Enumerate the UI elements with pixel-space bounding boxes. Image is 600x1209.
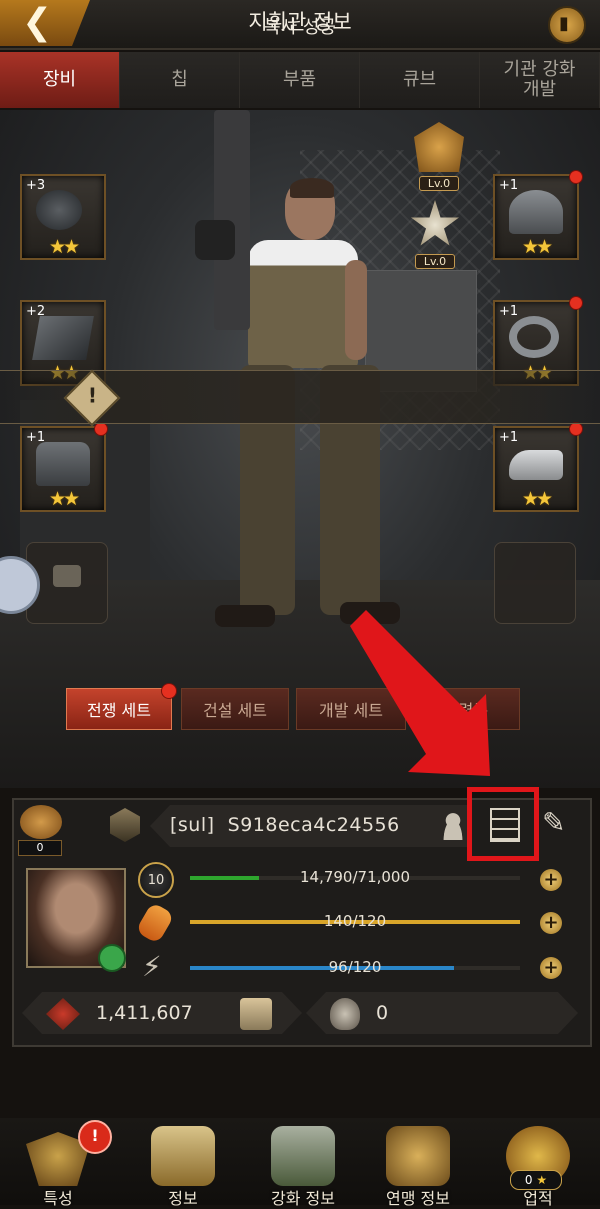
power-detail-icon[interactable] — [240, 998, 272, 1030]
slot-level: +1 — [499, 304, 519, 319]
equip-slot-sneakers[interactable]: +1 ★★ — [493, 422, 583, 512]
energy-icon: ⚡ — [142, 950, 162, 983]
set-button-label: 전쟁 세트 — [87, 701, 151, 720]
slot-stars: ★★ — [521, 236, 553, 258]
lock-icon — [53, 565, 81, 587]
character-vest — [248, 240, 358, 368]
refresh-icon[interactable] — [98, 944, 126, 972]
notify-dot — [569, 422, 583, 436]
slot-stars: ★★ — [48, 488, 80, 510]
notify-dot — [569, 296, 583, 310]
notify-dot — [94, 422, 108, 436]
set-button-label: 건설 세트 — [203, 701, 267, 720]
hammer-icon — [271, 1126, 335, 1186]
armor-badge[interactable]: Lv.0 — [409, 122, 469, 191]
toast-message: 복사 성공 — [264, 17, 336, 38]
star-badge-icon — [411, 200, 459, 246]
profile-icon[interactable] — [440, 812, 466, 840]
armor-plate-icon — [32, 316, 94, 360]
level-icon: 10 — [138, 862, 174, 898]
badge-level: Lv.0 — [414, 254, 456, 269]
equip-slot-cap[interactable]: +1 ★★ — [493, 170, 583, 260]
annotation-highlight-box — [467, 787, 539, 861]
alliance-tag: [sul] — [170, 814, 215, 836]
nav-achievements[interactable]: 0 ★ 업적 — [488, 1118, 588, 1208]
exp-label: 14,790/71,000 — [299, 868, 411, 886]
stamina-label: 140/120 — [323, 912, 387, 930]
power-value: 1,411,607 — [96, 1002, 193, 1024]
tab-parts[interactable]: 부품 — [240, 52, 360, 108]
nav-label: 업적 — [523, 1189, 553, 1208]
nav-enhance[interactable]: 강화 정보 — [253, 1118, 353, 1208]
nav-label: 특성 — [43, 1189, 73, 1208]
slot-level: +1 — [499, 430, 519, 445]
tab-cube[interactable]: 큐브 — [360, 52, 480, 108]
like-icon[interactable] — [20, 805, 62, 839]
slot-stars: ★★ — [521, 488, 553, 510]
set-button-war[interactable]: 전쟁 세트 — [66, 683, 177, 730]
like-count: 0 — [18, 840, 62, 856]
notify-dot — [569, 170, 583, 184]
nav-label: 연맹 정보 — [386, 1189, 450, 1208]
tab-organ-enhance[interactable]: 기관 강화 개발 — [480, 52, 600, 108]
crossed-swords-icon — [386, 1126, 450, 1186]
nav-label: 정보 — [168, 1189, 198, 1208]
jacket-icon — [36, 442, 90, 486]
tab-bar: 장비 칩 부품 큐브 기관 강화 개발 — [0, 52, 600, 108]
annotation-arrow — [350, 610, 490, 776]
cap-icon — [509, 190, 563, 234]
nav-alliance[interactable]: 연맹 정보 — [368, 1118, 468, 1208]
armor-badge-icon — [414, 122, 464, 172]
player-id: S918eca4c24556 — [227, 814, 400, 836]
equip-slot-jacket[interactable]: +1 ★★ — [20, 422, 108, 512]
add-energy-button[interactable]: + — [540, 957, 562, 979]
notify-dot — [161, 683, 177, 699]
nav-info[interactable]: 정보 — [133, 1118, 233, 1208]
edit-icon[interactable]: ✎ — [542, 808, 572, 838]
sneakers-icon — [509, 450, 563, 480]
ring-icon — [509, 316, 559, 358]
locked-slot-right[interactable] — [494, 542, 576, 624]
slot-stars: ★★ — [48, 236, 80, 258]
rank-badge[interactable]: Lv.0 — [405, 200, 465, 269]
player-name: [sul] S918eca4c24556 — [170, 814, 400, 836]
nav-traits[interactable]: ! 특성 — [8, 1118, 112, 1208]
add-exp-button[interactable]: + — [540, 869, 562, 891]
equip-slot-frying-pan[interactable]: +3 ★★ — [20, 174, 106, 260]
nav-label: 강화 정보 — [271, 1189, 335, 1208]
tab-chip[interactable]: 칩 — [120, 52, 240, 108]
info-icon — [151, 1126, 215, 1186]
alert-icon: ! — [78, 1120, 112, 1154]
energy-label: 96/120 — [328, 958, 382, 976]
set-button-build[interactable]: 건설 세트 — [181, 688, 289, 730]
slot-level: +1 — [499, 178, 519, 193]
badge-level: Lv.0 — [418, 176, 460, 191]
frying-pan-icon — [36, 190, 82, 230]
skull-icon — [330, 998, 360, 1030]
add-stamina-button[interactable]: + — [540, 912, 562, 934]
slot-level: +3 — [26, 178, 46, 193]
kills-value: 0 — [376, 1002, 389, 1024]
tab-equipment[interactable]: 장비 — [0, 52, 120, 108]
